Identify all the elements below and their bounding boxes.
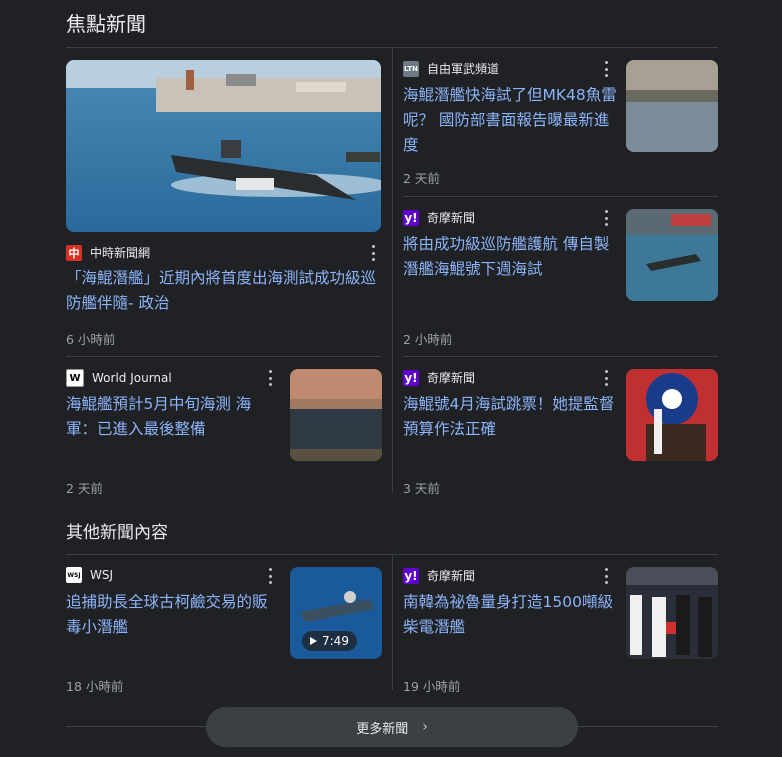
source: y! 奇摩新聞 xyxy=(403,567,475,584)
source: y! 奇摩新聞 xyxy=(403,369,475,386)
source-name: 自由軍武頻道 xyxy=(427,62,500,76)
source: WSJ WSJ xyxy=(66,567,113,583)
section-title-top: 焦點新聞 xyxy=(66,12,146,36)
article-thumbnail[interactable] xyxy=(626,60,718,152)
news-logo-icon: y! xyxy=(403,209,419,226)
news-logo-icon: LTN xyxy=(403,60,419,77)
source-name: World Journal xyxy=(92,371,172,385)
article-time: 3 天前 xyxy=(403,481,440,496)
article-headline[interactable]: 將由成功級巡防艦護航 傳自製潛艦海鯤號下週海試 xyxy=(403,232,618,282)
article-time: 19 小時前 xyxy=(403,679,461,694)
source-name: 奇摩新聞 xyxy=(427,211,476,225)
article-headline[interactable]: 海鯤艦預計5月中旬海測 海軍：已進入最後整備 xyxy=(66,392,281,442)
news-logo-icon: W xyxy=(66,369,84,387)
news-logo-icon: 中 xyxy=(66,244,82,261)
article-time: 2 天前 xyxy=(66,481,103,496)
source: 中 中時新聞網 xyxy=(66,244,150,261)
source: W World Journal xyxy=(66,369,172,387)
column-divider xyxy=(392,48,393,493)
article-thumbnail[interactable] xyxy=(626,209,718,301)
more-options-icon[interactable] xyxy=(370,245,376,261)
article-time: 6 小時前 xyxy=(66,332,116,347)
source-name: 奇摩新聞 xyxy=(427,569,476,583)
video-duration-badge: 7:49 xyxy=(302,631,357,651)
section-title-other: 其他新聞內容 xyxy=(66,523,168,543)
more-options-icon[interactable] xyxy=(603,370,609,386)
article-time: 2 小時前 xyxy=(403,332,453,347)
article-thumbnail[interactable] xyxy=(290,369,382,461)
more-news-button[interactable]: 更多新聞 › xyxy=(206,707,578,747)
divider xyxy=(403,196,718,197)
article-thumbnail[interactable] xyxy=(626,567,718,659)
column-divider xyxy=(392,555,393,690)
divider xyxy=(66,554,718,555)
source-name: 奇摩新聞 xyxy=(427,371,476,385)
divider xyxy=(66,356,381,357)
news-logo-icon: y! xyxy=(403,567,419,584)
more-options-icon[interactable] xyxy=(603,210,609,226)
news-logo-icon: WSJ xyxy=(66,567,82,583)
article-image[interactable] xyxy=(66,60,381,232)
article-time: 2 天前 xyxy=(403,171,440,186)
article-headline[interactable]: 南韓為祕魯量身打造1500噸級柴電潛艦 xyxy=(403,590,618,640)
article-headline[interactable]: 海鯤號4月海試跳票！她提監督預算作法正確 xyxy=(403,392,618,442)
more-options-icon[interactable] xyxy=(603,61,609,77)
source: LTN 自由軍武頻道 xyxy=(403,60,499,77)
article-thumbnail[interactable] xyxy=(626,369,718,461)
more-options-icon[interactable] xyxy=(267,370,273,386)
more-options-icon[interactable] xyxy=(603,568,609,584)
video-thumbnail[interactable]: 7:49 xyxy=(290,567,382,659)
chevron-right-icon: › xyxy=(422,719,428,735)
source: y! 奇摩新聞 xyxy=(403,209,475,226)
more-options-icon[interactable] xyxy=(267,568,273,584)
source-name: WSJ xyxy=(90,568,114,582)
news-logo-icon: y! xyxy=(403,369,419,386)
article-time: 18 小時前 xyxy=(66,679,124,694)
source-name: 中時新聞網 xyxy=(90,246,151,260)
article-headline[interactable]: 「海鯤潛艦」近期內將首度出海測試成功級巡防艦伴隨- 政治 xyxy=(66,266,381,316)
article-headline[interactable]: 追捕助長全球古柯鹼交易的販毒小潛艦 xyxy=(66,590,281,640)
article-headline[interactable]: 海鯤潛艦快海試了但MK48魚雷呢？ 國防部書面報告曝最新進度 xyxy=(403,83,618,158)
divider xyxy=(403,356,718,357)
play-icon xyxy=(310,637,317,645)
